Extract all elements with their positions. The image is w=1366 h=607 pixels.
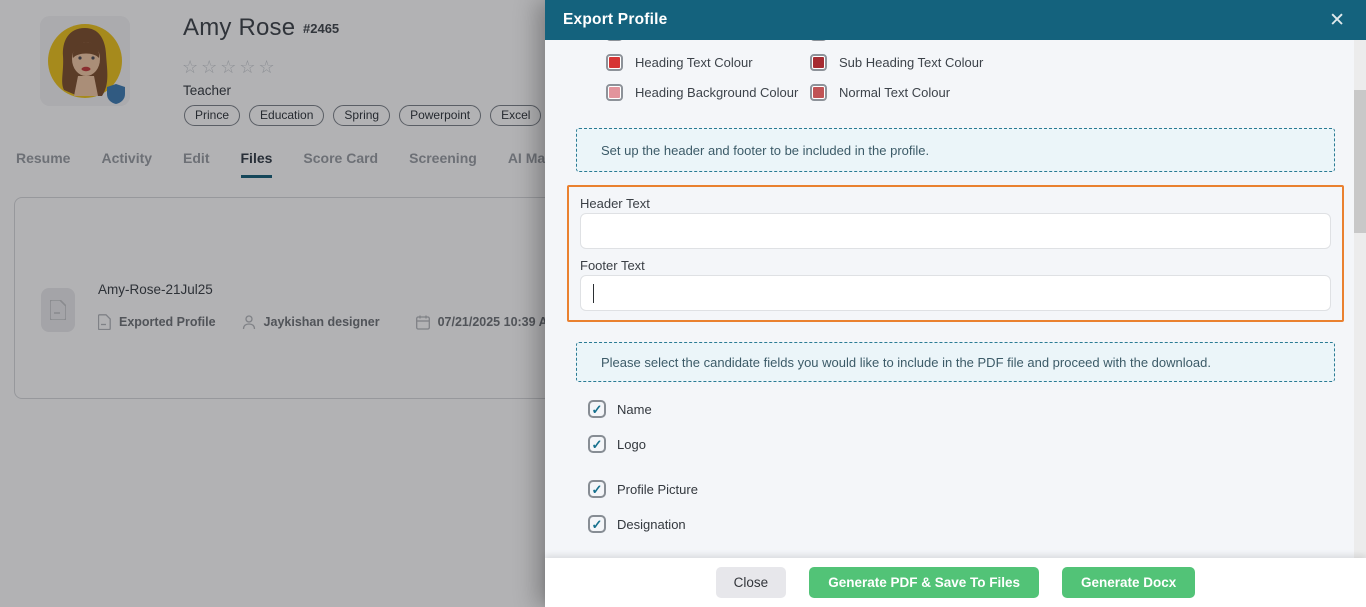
modal-title: Export Profile bbox=[563, 11, 668, 28]
field-checkbox-profile-picture[interactable]: ✓ Profile Picture bbox=[588, 478, 1366, 500]
header-text-label: Header Text bbox=[580, 196, 650, 211]
modal-header: Export Profile ✕ bbox=[545, 0, 1366, 40]
candidate-fields-list: ✓ Name ✓ Logo ✓ Profile Picture ✓ Design… bbox=[588, 398, 1366, 535]
colour-option-label: Heading Text Colour bbox=[635, 54, 753, 70]
footer-text-input[interactable] bbox=[580, 275, 1331, 311]
colour-options: Banner Background Colour Banner Text Col… bbox=[606, 40, 1366, 107]
field-checkbox-name[interactable]: ✓ Name bbox=[588, 398, 1366, 420]
swatch-fill bbox=[813, 56, 824, 68]
colour-swatch[interactable] bbox=[606, 40, 623, 41]
colour-option-banner-background[interactable]: Banner Background Colour bbox=[606, 40, 810, 47]
colour-swatch[interactable] bbox=[606, 53, 623, 71]
close-button[interactable]: Close bbox=[715, 567, 787, 598]
footer-text-label: Footer Text bbox=[580, 258, 645, 273]
generate-pdf-save-button[interactable]: Generate PDF & Save To Files bbox=[809, 567, 1040, 598]
info-text: Set up the header and footer to be inclu… bbox=[601, 142, 930, 158]
colour-option-label: Heading Background Colour bbox=[635, 84, 799, 100]
field-checkbox-logo[interactable]: ✓ Logo bbox=[588, 433, 1366, 455]
colour-option-heading-text[interactable]: Heading Text Colour bbox=[606, 47, 810, 77]
scrollbar-track bbox=[1354, 40, 1366, 558]
checkbox-checked-icon[interactable]: ✓ bbox=[588, 400, 606, 418]
info-text: Please select the candidate fields you w… bbox=[601, 354, 1211, 370]
colour-swatch[interactable] bbox=[810, 40, 827, 41]
checkbox-label: Profile Picture bbox=[617, 481, 698, 497]
swatch-fill bbox=[609, 86, 620, 98]
header-text-input[interactable] bbox=[580, 213, 1331, 249]
checkbox-checked-icon[interactable]: ✓ bbox=[588, 515, 606, 533]
text-cursor bbox=[593, 283, 594, 303]
scrollbar-thumb[interactable] bbox=[1354, 90, 1366, 233]
generate-docx-button[interactable]: Generate Docx bbox=[1062, 567, 1196, 598]
colour-swatch[interactable] bbox=[606, 83, 623, 101]
export-profile-modal: Export Profile ✕ Banner Background Colou… bbox=[545, 0, 1366, 607]
colour-option-label: Sub Heading Text Colour bbox=[839, 54, 984, 70]
colour-option-heading-background[interactable]: Heading Background Colour bbox=[606, 77, 810, 107]
swatch-fill bbox=[813, 86, 824, 98]
modal-footer: Close Generate PDF & Save To Files Gener… bbox=[545, 558, 1366, 607]
colour-option-normal-text[interactable]: Normal Text Colour bbox=[810, 77, 1366, 107]
close-icon[interactable]: ✕ bbox=[1325, 9, 1349, 32]
colour-option-sub-heading-text[interactable]: Sub Heading Text Colour bbox=[810, 47, 1366, 77]
fields-info-box: Please select the candidate fields you w… bbox=[576, 342, 1335, 382]
swatch-fill bbox=[609, 56, 620, 68]
checkbox-label: Designation bbox=[617, 516, 686, 532]
field-checkbox-designation[interactable]: ✓ Designation bbox=[588, 513, 1366, 535]
checkbox-checked-icon[interactable]: ✓ bbox=[588, 435, 606, 453]
colour-option-label: Normal Text Colour bbox=[839, 84, 951, 100]
screen: Amy Rose #2465 ☆☆☆☆☆ Teacher Prince Educ… bbox=[0, 0, 1366, 607]
header-footer-info-box: Set up the header and footer to be inclu… bbox=[576, 128, 1335, 172]
colour-swatch[interactable] bbox=[810, 83, 827, 101]
modal-body: Banner Background Colour Banner Text Col… bbox=[545, 40, 1366, 558]
colour-option-banner-text[interactable]: Banner Text Colour bbox=[810, 40, 1366, 47]
checkbox-label: Logo bbox=[617, 436, 646, 452]
colour-swatch[interactable] bbox=[810, 53, 827, 71]
checkbox-label: Name bbox=[617, 401, 652, 417]
checkbox-checked-icon[interactable]: ✓ bbox=[588, 480, 606, 498]
header-footer-section: Header Text Footer Text bbox=[567, 185, 1344, 322]
